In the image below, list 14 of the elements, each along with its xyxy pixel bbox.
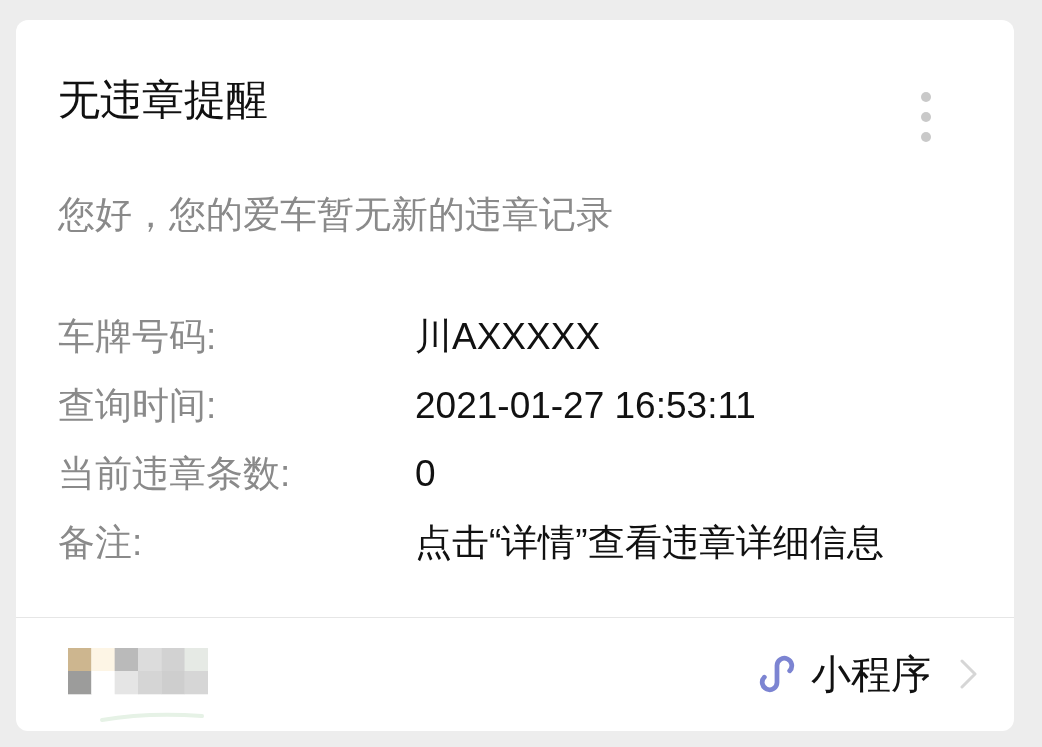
- field-value: 点击“详情”查看违章详细信息: [415, 521, 885, 566]
- more-icon: [921, 92, 931, 142]
- link-icon: [757, 655, 797, 694]
- field-label: 查询时间:: [58, 383, 218, 428]
- chevron-right-icon: [959, 659, 977, 690]
- field-label: 车牌号码:: [58, 315, 218, 359]
- field-value: 2021-01-27 16:53:11: [415, 383, 757, 428]
- field-value: 川AXXXXX: [415, 315, 602, 359]
- source-label: 小程序: [811, 651, 931, 699]
- field-value: 0: [415, 452, 437, 497]
- card-title: 无违章提醒: [58, 75, 268, 125]
- status-message: 您好，您的爱车暂无新的违章记录: [58, 193, 614, 237]
- field-label: 当前违章条数:: [58, 452, 292, 497]
- field-label: 备注:: [58, 521, 144, 566]
